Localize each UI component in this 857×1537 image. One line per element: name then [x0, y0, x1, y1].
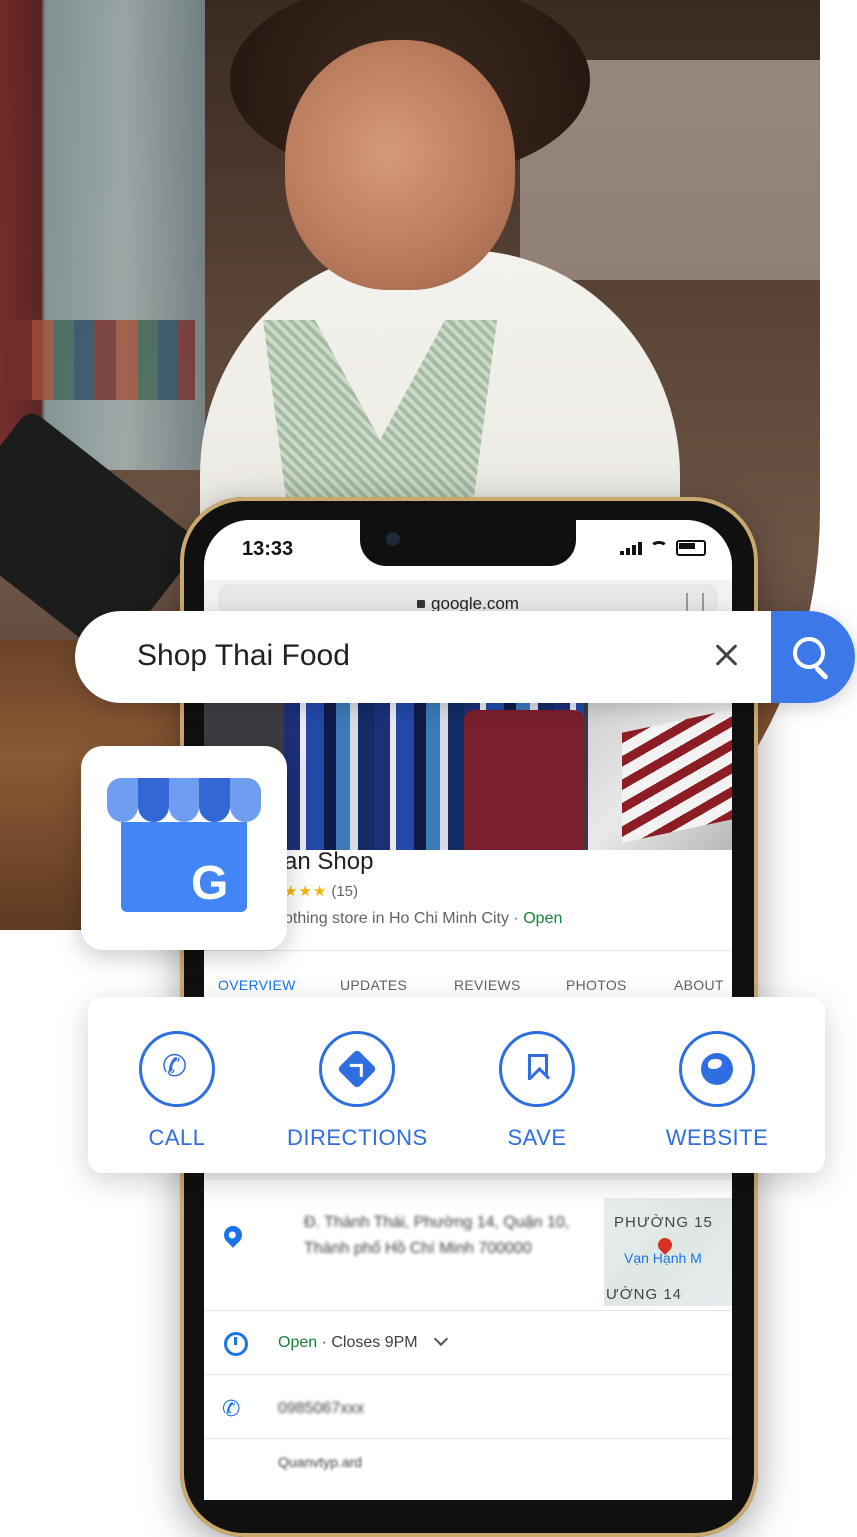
rating-stars: ★★★: [284, 883, 328, 900]
category-line: othing store in Ho Chi Minh City · Open: [284, 910, 562, 928]
save-label: SAVE: [507, 1125, 567, 1150]
place-details: Đ. Thành Thái, Phường 14, Quận 10, Thành…: [204, 1180, 732, 1500]
place-category: othing store in Ho Chi Minh City: [284, 910, 509, 927]
open-status: Open: [523, 910, 563, 927]
website-button[interactable]: WEBSITE: [647, 1031, 787, 1151]
phone-icon: ✆: [162, 1050, 188, 1083]
tab-photos[interactable]: PHOTOS: [566, 977, 627, 993]
clock-icon: [224, 1332, 248, 1356]
action-card: ✆ CALL DIRECTIONS SAVE WEBSITE: [88, 997, 825, 1173]
call-label: CALL: [148, 1125, 206, 1150]
share-icon[interactable]: [686, 593, 704, 613]
business-profile-logo: G: [81, 746, 287, 950]
closing-time: · Closes 9PM: [321, 1334, 418, 1351]
location-pin-icon: [220, 1222, 246, 1248]
globe-icon: [701, 1053, 733, 1085]
call-ring: ✆: [139, 1031, 215, 1107]
map-label: PHƯỜNG 15: [614, 1214, 713, 1231]
phone-number: 0985067xxx: [278, 1400, 365, 1417]
website-row[interactable]: Quanvtyp.ard: [204, 1440, 732, 1500]
hours-row[interactable]: Open · Closes 9PM: [204, 1312, 732, 1375]
address-text: Đ. Thành Thái, Phường 14, Quận 10, Thành…: [304, 1214, 570, 1257]
address-row[interactable]: Đ. Thành Thái, Phường 14, Quận 10, Thành…: [204, 1198, 732, 1311]
call-button[interactable]: ✆ CALL: [107, 1031, 247, 1151]
map-label: ƯỜNG 14: [606, 1286, 683, 1303]
tab-updates[interactable]: UPDATES: [340, 977, 407, 993]
status-bar: 13:33: [204, 520, 732, 580]
phone-notch: [360, 520, 576, 566]
save-button[interactable]: SAVE: [467, 1031, 607, 1151]
place-tabs: OVERVIEW UPDATES REVIEWS PHOTOS ABOUT: [204, 950, 732, 997]
directions-icon: [337, 1049, 377, 1089]
awning: [107, 778, 261, 822]
save-ring: [499, 1031, 575, 1107]
search-icon: [793, 637, 825, 669]
red-shirt: [464, 710, 584, 850]
search-bar[interactable]: Shop Thai Food: [75, 611, 855, 703]
close-icon[interactable]: [707, 635, 747, 675]
phone-row[interactable]: ✆ 0985067xxx: [204, 1376, 732, 1439]
store-shelf: [0, 0, 205, 470]
battery-icon: [676, 540, 706, 556]
hours-text: Open · Closes 9PM: [278, 1331, 449, 1352]
store-body: G: [121, 822, 247, 912]
status-icons: [620, 540, 706, 556]
phone-icon: ✆: [222, 1396, 241, 1421]
review-count: (15): [331, 883, 359, 900]
directions-button[interactable]: DIRECTIONS: [287, 1031, 427, 1151]
bookmark-icon: [528, 1054, 548, 1080]
shelf-products: [10, 320, 195, 400]
website-ring: [679, 1031, 755, 1107]
website-label: WEBSITE: [665, 1125, 769, 1150]
website-text: Quanvtyp.ard: [278, 1454, 363, 1470]
search-button[interactable]: [771, 611, 855, 703]
signal-icon: [620, 541, 642, 555]
place-name: an Shop: [284, 848, 374, 875]
chevron-down-icon[interactable]: [434, 1331, 449, 1347]
tab-overview[interactable]: OVERVIEW: [218, 977, 296, 993]
shop-owner-face: [285, 40, 515, 290]
lock-icon: [417, 600, 426, 608]
hours-status: Open: [278, 1334, 318, 1351]
status-clock: 13:33: [242, 538, 294, 560]
storefront-icon: G: [107, 778, 261, 918]
tab-about[interactable]: ABOUT: [674, 977, 724, 993]
map-thumbnail[interactable]: PHƯỜNG 15 Vạn Hạnh M ƯỜNG 14: [604, 1198, 732, 1306]
wifi-icon: [650, 541, 668, 555]
category-separator: ·: [513, 910, 519, 927]
search-input[interactable]: Shop Thai Food: [137, 639, 350, 673]
directions-ring: [319, 1031, 395, 1107]
rating-line[interactable]: ★★★ (15): [284, 882, 358, 900]
tab-reviews[interactable]: REVIEWS: [454, 977, 521, 993]
google-g-icon: G: [191, 857, 229, 910]
directions-label: DIRECTIONS: [287, 1125, 428, 1150]
